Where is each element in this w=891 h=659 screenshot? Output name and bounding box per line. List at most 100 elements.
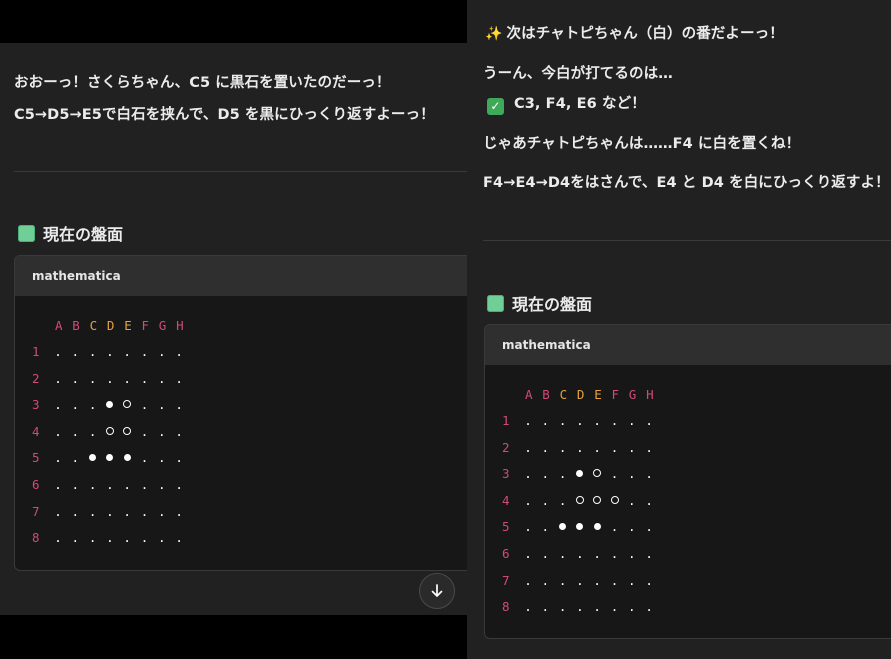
column-label-E: E	[124, 318, 132, 333]
empty-cell-A1	[522, 413, 534, 428]
scroll-down-button[interactable]	[419, 573, 455, 609]
empty-cell-B3	[69, 397, 81, 412]
empty-cell-E8	[591, 599, 603, 614]
empty-cell-H8	[173, 530, 185, 545]
empty-cell-H5	[173, 450, 185, 465]
right-line5-target-1: E4	[656, 175, 677, 191]
empty-cell-A3	[52, 397, 64, 412]
column-label-B: B	[72, 318, 80, 333]
right-line3-moves: C3, F4, E6	[514, 96, 597, 112]
empty-cell-A4	[522, 493, 534, 508]
right-code-language: mathematica	[502, 338, 591, 352]
row-label-2: 2	[502, 439, 510, 455]
right-divider	[483, 240, 891, 241]
empty-cell-G4	[626, 493, 638, 508]
empty-cell-D2	[104, 371, 116, 386]
empty-cell-B2	[69, 371, 81, 386]
white-disc-E4	[591, 493, 603, 508]
empty-cell-A5	[522, 519, 534, 534]
empty-cell-B4	[69, 424, 81, 439]
green-square-icon	[18, 224, 35, 242]
black-disc-E5	[121, 450, 133, 465]
column-label-F: F	[141, 318, 150, 333]
empty-cell-G8	[626, 599, 638, 614]
column-label-A: A	[525, 387, 533, 402]
empty-cell-G1	[156, 344, 168, 359]
empty-cell-B5	[69, 450, 81, 465]
row-label-6: 6	[32, 477, 40, 492]
empty-cell-B5	[539, 519, 551, 534]
left-board-heading: 現在の盤面	[18, 221, 123, 245]
left-line1-prefix: おおーっ！さくらちゃん、	[14, 75, 190, 91]
left-message-line-2: C5→D5→E5で白石を挟んで、D5 を黒にひっくり返すよーっ！	[14, 103, 435, 124]
white-disc-E3	[121, 397, 133, 412]
empty-cell-D2	[574, 440, 586, 455]
row-label-7: 7	[32, 503, 40, 519]
column-label-G: G	[628, 387, 637, 402]
column-label-A: A	[55, 318, 63, 333]
black-disc-D5	[104, 450, 116, 465]
empty-cell-F3	[609, 466, 621, 481]
right-code-header: mathematica	[485, 325, 891, 365]
column-label-G: G	[158, 318, 167, 333]
left-code-language: mathematica	[32, 269, 121, 283]
right-line2-text: うーん、今白が打てるのは…	[483, 66, 673, 82]
empty-cell-G7	[156, 504, 168, 519]
empty-cell-F6	[139, 477, 151, 492]
left-code-header: mathematica	[15, 256, 467, 296]
right-line5-suffix: を白にひっくり返すよ！	[723, 175, 890, 191]
column-label-H: H	[646, 387, 654, 402]
empty-cell-G5	[156, 450, 168, 465]
column-label-H: H	[176, 318, 184, 333]
white-disc-E3	[591, 466, 603, 481]
empty-cell-D1	[574, 413, 586, 428]
empty-cell-F8	[139, 530, 151, 545]
column-label-E: E	[594, 387, 602, 402]
empty-cell-F8	[609, 599, 621, 614]
empty-cell-A3	[522, 466, 534, 481]
empty-cell-C7	[87, 504, 99, 519]
empty-cell-D6	[574, 546, 586, 561]
column-label-C: C	[89, 318, 98, 333]
row-label-1: 1	[502, 413, 510, 428]
left-divider	[14, 171, 467, 172]
empty-cell-A7	[522, 573, 534, 588]
row-label-2: 2	[32, 370, 40, 386]
empty-cell-H6	[173, 477, 185, 492]
empty-cell-F5	[139, 450, 151, 465]
empty-cell-A8	[522, 599, 534, 614]
white-disc-D4	[104, 424, 116, 439]
empty-cell-H7	[643, 573, 655, 588]
empty-cell-F7	[139, 504, 151, 519]
empty-cell-D8	[104, 530, 116, 545]
empty-cell-D8	[574, 599, 586, 614]
empty-cell-C1	[557, 413, 569, 428]
left-heading-text: 現在の盤面	[43, 225, 124, 244]
empty-cell-G4	[156, 424, 168, 439]
empty-cell-E6	[591, 546, 603, 561]
empty-cell-C8	[557, 599, 569, 614]
empty-cell-G6	[626, 546, 638, 561]
empty-cell-B2	[539, 440, 551, 455]
empty-cell-H2	[643, 440, 655, 455]
empty-cell-A2	[52, 371, 64, 386]
row-label-7: 7	[502, 572, 510, 588]
column-label-F: F	[611, 387, 620, 402]
white-disc-F4	[609, 493, 621, 508]
right-message-line-1: ✨ 次はチャトピちゃん（白）の番だよーっ！	[485, 22, 784, 43]
empty-cell-C3	[557, 466, 569, 481]
right-line5-mid: と	[676, 175, 702, 191]
column-label-B: B	[542, 387, 550, 402]
empty-cell-B8	[539, 599, 551, 614]
empty-cell-H6	[643, 546, 655, 561]
right-message-line-4: じゃあチャトピちゃんは……F4 に白を置くね！	[483, 132, 800, 153]
empty-cell-C2	[557, 440, 569, 455]
column-label-D: D	[576, 387, 585, 402]
empty-cell-E1	[121, 344, 133, 359]
empty-cell-C6	[87, 477, 99, 492]
arrow-down-icon	[431, 584, 443, 597]
column-label-D: D	[106, 318, 115, 333]
right-line5-path: F4→E4→D4をはさんで、	[483, 175, 657, 191]
empty-cell-A6	[522, 546, 534, 561]
right-message-line-5: F4→E4→D4をはさんで、E4 と D4 を白にひっくり返すよ！	[483, 171, 890, 192]
